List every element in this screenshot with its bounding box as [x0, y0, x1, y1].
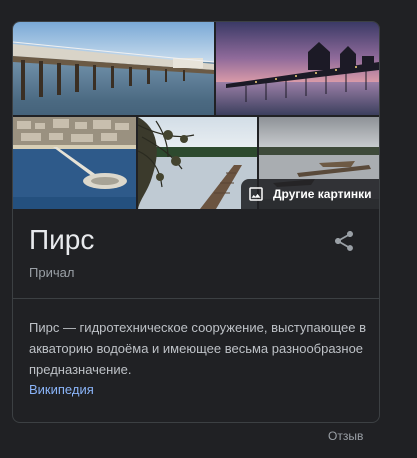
share-icon	[335, 231, 353, 251]
more-images-button[interactable]: Другие картинки	[241, 179, 379, 209]
wikipedia-link[interactable]: Википедия	[29, 380, 94, 400]
pier-image-1[interactable]	[13, 22, 214, 115]
share-button[interactable]	[332, 229, 356, 253]
divider	[13, 298, 379, 299]
more-images-label: Другие картинки	[273, 187, 372, 201]
feedback-link[interactable]: Отзыв	[328, 428, 363, 444]
entity-description: Пирс — гидротехническое сооружение, выст…	[29, 320, 366, 377]
pier-image-2[interactable]	[216, 22, 379, 115]
image-icon	[249, 187, 263, 201]
image-gallery: Другие картинки	[13, 22, 379, 209]
knowledge-panel: Другие картинки Пирс Причал Пирс — гидро…	[12, 21, 380, 423]
entity-subtitle: Причал	[29, 265, 75, 280]
entity-title: Пирс	[29, 224, 95, 255]
pier-image-3[interactable]	[13, 117, 136, 209]
pier-image-4[interactable]	[138, 117, 257, 209]
